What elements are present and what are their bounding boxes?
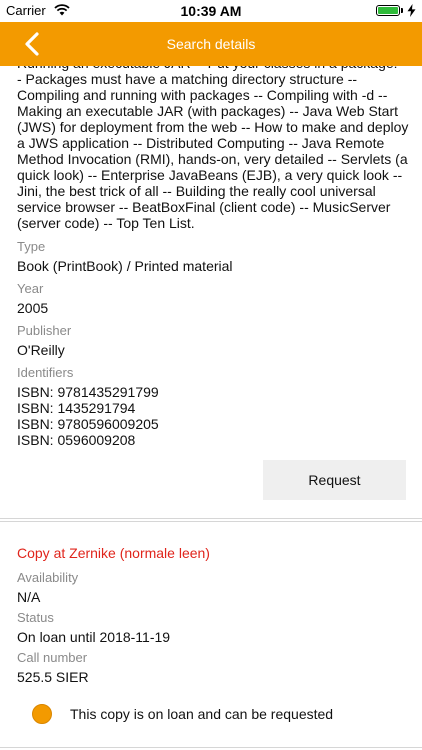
call-number-field: Call number 525.5 SIER (17, 650, 409, 685)
status-bar: Carrier 10:39 AM (0, 0, 422, 22)
call-number-value: 525.5 SIER (17, 669, 89, 685)
type-value: Book (PrintBook) / Printed material (17, 258, 233, 274)
status-label: Status (17, 610, 54, 625)
type-label: Type (17, 239, 46, 254)
year-field: Year 2005 (17, 281, 409, 316)
call-number-label: Call number (17, 650, 88, 665)
loan-request-radio[interactable] (32, 704, 52, 724)
availability-field: Availability N/A (17, 570, 409, 605)
charging-bolt-icon (407, 4, 416, 17)
isbn-item: ISBN: 9781435291799 (17, 384, 159, 400)
section-divider (0, 518, 422, 519)
contents-summary: Running an executable JAR -- Put your cl… (17, 66, 409, 231)
section-divider (0, 521, 422, 522)
battery-cap (401, 8, 403, 13)
year-value: 2005 (17, 300, 49, 316)
status-field: Status On loan until 2018-11-19 (17, 610, 409, 645)
navigation-bar: Search details (0, 22, 422, 66)
battery-level (378, 7, 398, 14)
year-label: Year (17, 281, 44, 296)
publisher-label: Publisher (17, 323, 72, 338)
publisher-value: O'Reilly (17, 342, 65, 358)
copy-location-title: Copy at Zernike (normale leen) (17, 545, 210, 561)
availability-value: N/A (17, 589, 41, 605)
isbn-item: ISBN: 0596009208 (17, 432, 136, 448)
bottom-divider (0, 747, 422, 748)
request-button[interactable]: Request (263, 460, 406, 500)
isbn-item: ISBN: 1435291794 (17, 400, 136, 416)
identifiers-list: ISBN: 9781435291799 ISBN: 1435291794 ISB… (17, 384, 409, 448)
loan-request-label[interactable]: This copy is on loan and can be requeste… (70, 706, 333, 722)
identifiers-field: Identifiers ISBN: 9781435291799 ISBN: 14… (17, 365, 409, 448)
battery-icon (376, 5, 400, 16)
clock: 10:39 AM (180, 3, 242, 19)
page-title: Search details (166, 36, 256, 52)
publisher-field: Publisher O'Reilly (17, 323, 409, 358)
availability-label: Availability (17, 570, 79, 585)
details-scroll-view[interactable]: Running an executable JAR -- Put your cl… (0, 66, 422, 750)
type-field: Type Book (PrintBook) / Printed material (17, 239, 409, 274)
identifiers-label: Identifiers (17, 365, 74, 380)
isbn-item: ISBN: 9780596009205 (17, 416, 159, 432)
status-value: On loan until 2018-11-19 (17, 629, 171, 645)
